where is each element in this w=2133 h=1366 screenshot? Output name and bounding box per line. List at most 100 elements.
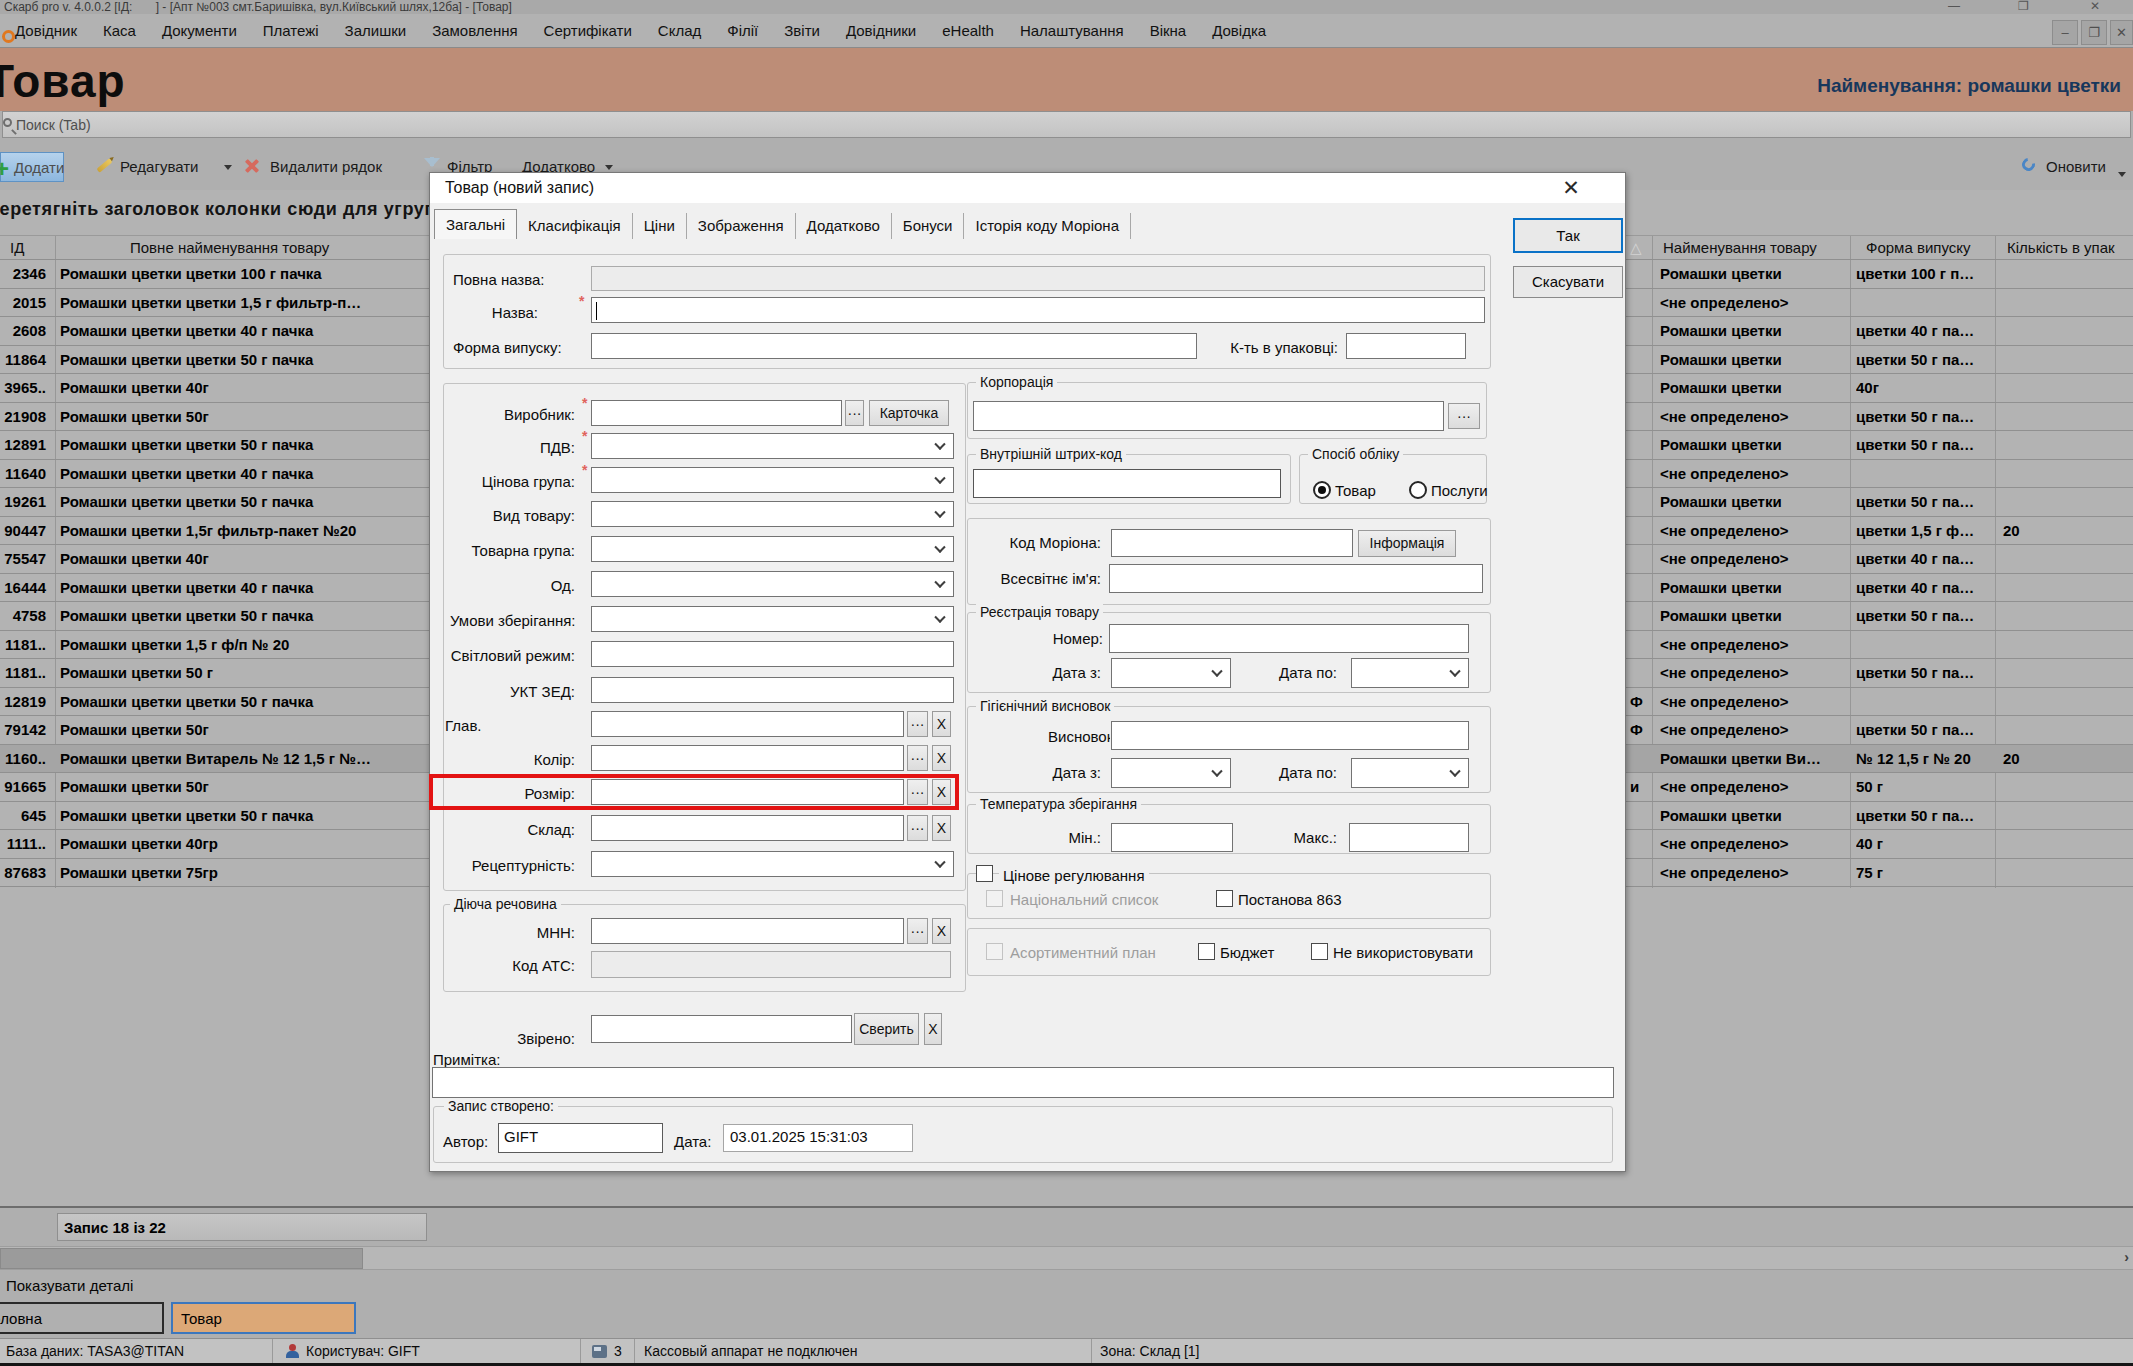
dialog-tab-0[interactable]: Загальні — [434, 209, 517, 239]
temp-max-field[interactable] — [1349, 823, 1469, 852]
glav-field[interactable] — [591, 711, 904, 737]
menu-item-9[interactable]: Звіти — [771, 22, 833, 39]
note-field[interactable] — [432, 1067, 1614, 1098]
bottom-tab-tovar[interactable]: Товар — [171, 1302, 356, 1334]
menu-item-11[interactable]: eHealth — [929, 22, 1007, 39]
menu-item-8[interactable]: Філії — [714, 22, 771, 39]
morion-code-field[interactable] — [1111, 529, 1353, 557]
add-button[interactable]: + Додати — [0, 152, 64, 182]
price-regulation-checkbox[interactable] — [976, 865, 993, 882]
assortment-plan-checkbox[interactable] — [986, 943, 1003, 960]
column-header-qty[interactable]: Кількість в упак — [2007, 239, 2115, 256]
menu-item-5[interactable]: Замовлення — [419, 22, 530, 39]
dialog-tab-2[interactable]: Ціни — [633, 213, 687, 239]
menu-item-12[interactable]: Налаштування — [1007, 22, 1137, 39]
edit-button[interactable]: Редагувати — [120, 158, 199, 175]
unit-combo[interactable] — [591, 571, 954, 597]
hyg-date-to-combo[interactable] — [1351, 758, 1469, 788]
menu-item-10[interactable]: Довідники — [833, 22, 929, 39]
atc-field[interactable] — [591, 951, 951, 978]
menu-item-1[interactable]: Каса — [90, 22, 149, 39]
corporation-picker-button[interactable]: ··· — [1448, 403, 1480, 429]
mnn-field[interactable] — [591, 918, 904, 944]
date-field[interactable]: 03.01.2025 15:31:03 — [723, 1124, 913, 1152]
verify-button[interactable]: Сверить — [854, 1013, 919, 1045]
minimize-icon[interactable]: — — [1948, 0, 1960, 13]
national-list-checkbox[interactable] — [986, 890, 1003, 907]
radio-poslugy[interactable] — [1409, 481, 1427, 499]
menu-item-6[interactable]: Сертифікати — [531, 22, 645, 39]
sklad-clear-button[interactable]: X — [932, 815, 951, 841]
dialog-tab-6[interactable]: Історія коду Моріона — [964, 213, 1131, 239]
mnn-picker-button[interactable]: ··· — [907, 918, 928, 944]
dialog-tab-1[interactable]: Класифікація — [517, 213, 633, 239]
decree-checkbox[interactable] — [1216, 890, 1233, 907]
horizontal-scrollbar[interactable]: › — [0, 1246, 2133, 1270]
product-kind-combo[interactable] — [591, 501, 954, 527]
ok-button[interactable]: Так — [1513, 218, 1623, 253]
mdi-restore-button[interactable]: ❐ — [2081, 20, 2107, 45]
mdi-close-button[interactable]: ✕ — [2110, 20, 2133, 45]
menu-item-13[interactable]: Вікна — [1137, 22, 1200, 39]
pack-qty-field[interactable] — [1346, 333, 1466, 359]
cancel-button[interactable]: Скасувати — [1513, 266, 1623, 298]
menu-item-14[interactable]: Довідка — [1199, 22, 1279, 39]
refresh-button[interactable]: Оновити — [2046, 158, 2106, 175]
sklad-field[interactable] — [591, 815, 904, 841]
name-field[interactable] — [591, 297, 1485, 323]
vat-combo[interactable] — [591, 433, 954, 459]
product-group-combo[interactable] — [591, 536, 954, 562]
column-header-name[interactable]: Найменування товару — [1663, 239, 1817, 256]
color-picker-button[interactable]: ··· — [907, 745, 928, 771]
restore-icon[interactable]: ❐ — [2018, 0, 2029, 13]
color-clear-button[interactable]: X — [932, 745, 951, 771]
verified-clear-button[interactable]: X — [924, 1013, 942, 1045]
mdi-minimize-button[interactable]: – — [2052, 20, 2078, 45]
dialog-tab-5[interactable]: Бонуси — [892, 213, 965, 239]
price-group-combo[interactable] — [591, 467, 954, 493]
dialog-tab-4[interactable]: Додатково — [796, 213, 892, 239]
author-field[interactable]: GIFT — [498, 1123, 663, 1153]
dialog-close-icon[interactable]: ✕ — [1559, 176, 1583, 200]
conclusion-field[interactable] — [1111, 721, 1469, 750]
glav-clear-button[interactable]: X — [932, 711, 951, 737]
world-name-field[interactable] — [1109, 564, 1483, 593]
menu-item-0[interactable]: Довідник — [2, 22, 90, 39]
menu-item-2[interactable]: Документи — [149, 22, 250, 39]
dialog-tab-3[interactable]: Зображення — [687, 213, 796, 239]
info-button[interactable]: Інформація — [1358, 530, 1456, 557]
reg-date-to-combo[interactable] — [1351, 658, 1469, 688]
mnn-clear-button[interactable]: X — [932, 918, 951, 944]
reg-date-from-combo[interactable] — [1111, 658, 1231, 688]
column-header-form[interactable]: Форма випуску — [1866, 239, 1970, 256]
full-name-field[interactable] — [591, 266, 1485, 291]
radio-tovar[interactable] — [1313, 481, 1331, 499]
manufacturer-field[interactable] — [591, 400, 842, 426]
column-header-id[interactable]: ІД — [10, 239, 24, 256]
barcode-field[interactable] — [973, 469, 1281, 498]
bottom-tab-home[interactable]: Головна — [0, 1302, 164, 1334]
delete-row-button[interactable]: Видалити рядок — [270, 158, 382, 175]
storage-combo[interactable] — [591, 606, 954, 632]
manufacturer-picker-button[interactable]: ··· — [845, 400, 864, 426]
temp-min-field[interactable] — [1111, 823, 1233, 852]
recipe-combo[interactable] — [591, 851, 954, 877]
budget-checkbox[interactable] — [1198, 943, 1215, 960]
hyg-date-from-combo[interactable] — [1111, 758, 1231, 788]
menu-item-4[interactable]: Залишки — [332, 22, 420, 39]
card-button[interactable]: Карточка — [869, 400, 949, 426]
reg-number-field[interactable] — [1109, 624, 1469, 653]
not-used-checkbox[interactable] — [1311, 943, 1328, 960]
column-header-full-name[interactable]: Повне найменування товару — [130, 239, 329, 256]
scrollbar-thumb[interactable] — [0, 1248, 363, 1269]
menu-item-3[interactable]: Платежі — [250, 22, 332, 39]
release-form-field[interactable] — [591, 333, 1197, 359]
scrollbar-right-arrow[interactable]: › — [2124, 1249, 2129, 1265]
color-field[interactable] — [591, 745, 904, 771]
menu-item-7[interactable]: Склад — [645, 22, 714, 39]
verified-field[interactable] — [591, 1015, 852, 1043]
search-input[interactable]: Поиск (Tab) — [2, 111, 2131, 138]
light-mode-field[interactable] — [591, 641, 954, 667]
corporation-field[interactable] — [973, 401, 1444, 431]
ukt-zed-field[interactable] — [591, 677, 954, 703]
